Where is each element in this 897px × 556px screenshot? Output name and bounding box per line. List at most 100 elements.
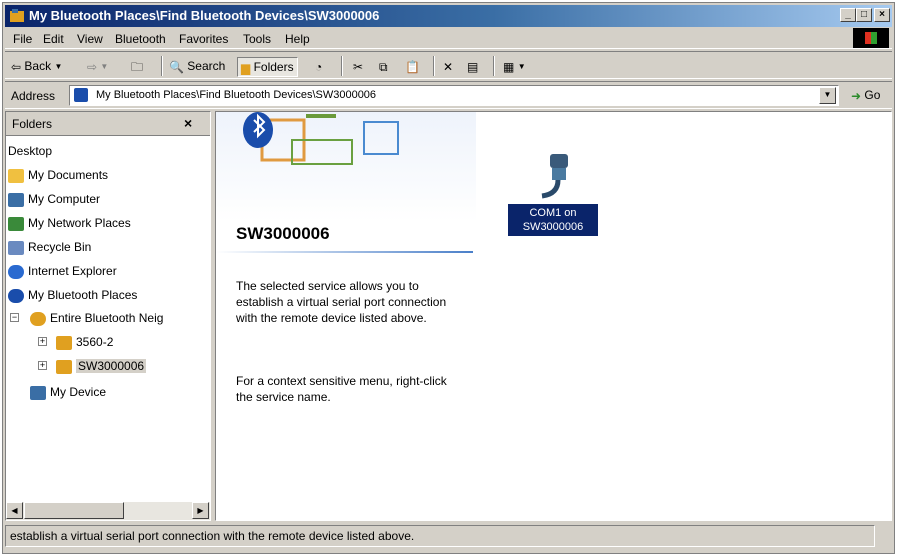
folders-label: Folders	[253, 60, 294, 74]
ie-icon	[8, 264, 24, 279]
tree-item-my-network-places[interactable]: My Network Places	[8, 214, 131, 232]
tree-item-recycle-bin[interactable]: Recycle Bin	[8, 238, 91, 256]
search-button[interactable]: 🔍 Search	[169, 57, 225, 77]
tree-item-3560-2[interactable]: 3560-2	[56, 333, 113, 351]
tree-item-label: Desktop	[8, 144, 53, 158]
go-button[interactable]: ➜ Go	[851, 88, 880, 103]
close-icon[interactable]: ×	[184, 115, 192, 131]
back-label: Back	[24, 59, 52, 73]
toolbar-separator	[433, 56, 435, 76]
tree-item-label: My Computer	[28, 192, 101, 206]
forward-arrow-icon: ⇨	[87, 59, 98, 74]
address-label: Address	[11, 89, 56, 103]
folder-icon	[8, 168, 24, 183]
globe-icon	[30, 311, 46, 326]
search-label: Search	[187, 59, 226, 73]
delete-x-icon: ✕	[443, 59, 454, 74]
tree-item-internet-explorer[interactable]: Internet Explorer	[8, 262, 117, 280]
tree-item-label: Entire Bluetooth Neig	[50, 311, 164, 325]
copy-icon: ⧉	[379, 59, 388, 74]
back-button[interactable]: ⇦ Back ▼	[11, 57, 62, 77]
device-heading: SW3000006	[236, 224, 330, 243]
chevron-down-icon: ▼	[517, 61, 526, 71]
close-button[interactable]: ×	[874, 8, 890, 22]
delete-button[interactable]: ✕	[443, 57, 453, 77]
menu-bar: File Edit View Bluetooth Favorites Tools…	[5, 28, 892, 49]
go-arrow-icon: ➜	[851, 88, 862, 103]
tree-item-label: My Device	[50, 385, 107, 399]
title-bar[interactable]: My Bluetooth Places\Find Bluetooth Devic…	[5, 5, 892, 27]
bluetooth-icon	[8, 288, 24, 303]
service-description: The selected service allows you to estab…	[236, 279, 447, 325]
folders-icon: ▆	[241, 60, 251, 75]
menu-file[interactable]: File	[13, 32, 32, 46]
menu-tools[interactable]: Tools	[243, 32, 271, 46]
cut-button[interactable]: ✂	[353, 57, 363, 77]
expand-toggle[interactable]: +	[38, 337, 47, 346]
tree-item-label: 3560-2	[76, 335, 114, 349]
context-menu-hint: For a context sensitive menu, right-clic…	[236, 374, 447, 404]
expand-toggle[interactable]: +	[38, 361, 47, 370]
network-icon	[8, 216, 24, 231]
chevron-down-icon: ▼	[54, 61, 63, 71]
tree-item-label: Internet Explorer	[28, 264, 117, 278]
explorer-window: My Bluetooth Places\Find Bluetooth Devic…	[2, 2, 895, 554]
tree-item-entire-bluetooth-neighborhood[interactable]: Entire Bluetooth Neig	[30, 309, 163, 327]
menu-edit[interactable]: Edit	[43, 32, 64, 46]
serial-port-icon	[541, 154, 568, 199]
address-bar: Address My Bluetooth Places\Find Bluetoo…	[5, 81, 892, 109]
windows-logo-icon	[853, 28, 889, 48]
address-value: My Bluetooth Places\Find Bluetooth Devic…	[96, 89, 377, 101]
forward-button[interactable]: ⇨ ▼	[87, 57, 108, 77]
minimize-button[interactable]: _	[840, 8, 856, 22]
tree-item-sw3000006[interactable]: SW3000006	[56, 357, 147, 375]
computer-icon	[8, 192, 24, 207]
chevron-down-icon[interactable]: ▼	[819, 87, 836, 104]
laptop-icon	[30, 385, 46, 400]
menu-favorites[interactable]: Favorites	[179, 32, 228, 46]
views-icon: ▦	[503, 59, 515, 74]
folders-header: Folders ×	[6, 112, 210, 136]
scroll-thumb[interactable]	[24, 502, 124, 519]
up-folder-icon: 🗀	[131, 59, 144, 74]
menu-help[interactable]: Help	[285, 32, 310, 46]
address-input[interactable]: My Bluetooth Places\Find Bluetooth Devic…	[69, 85, 839, 106]
paste-button[interactable]: 📋	[405, 57, 420, 77]
menu-bluetooth[interactable]: Bluetooth	[115, 32, 166, 46]
back-arrow-icon: ⇦	[11, 59, 22, 74]
scissors-icon: ✂	[353, 59, 364, 74]
copy-button[interactable]: ⧉	[379, 57, 388, 77]
service-label[interactable]: COM1 on SW3000006	[508, 204, 598, 236]
go-label: Go	[864, 88, 881, 102]
views-button[interactable]: ▦ ▼	[503, 57, 526, 77]
bluetooth-places-icon	[10, 9, 24, 22]
tree-item-desktop[interactable]: Desktop	[8, 142, 52, 160]
tree-item-label: SW3000006	[76, 359, 147, 373]
folders-title: Folders	[12, 117, 53, 131]
horizontal-scrollbar[interactable]: ◀ ▶	[6, 502, 210, 520]
toolbar-separator	[493, 56, 495, 76]
collapse-toggle[interactable]: −	[10, 313, 19, 322]
maximize-button[interactable]: □	[856, 8, 872, 22]
tree-item-my-bluetooth-places[interactable]: My Bluetooth Places	[8, 286, 137, 304]
bluetooth-banner-graphic	[216, 112, 476, 222]
history-icon: ◔	[315, 59, 323, 74]
scroll-right-icon[interactable]: ▶	[192, 502, 209, 519]
device-icon	[56, 335, 72, 350]
tree-item-label: My Documents	[28, 168, 109, 182]
status-bar: establish a virtual serial port connecti…	[5, 525, 892, 549]
folders-button[interactable]: ▆ Folders	[237, 57, 298, 77]
toolbar-separator	[161, 56, 163, 76]
paste-icon: 📋	[405, 59, 420, 74]
up-folder-button[interactable]: 🗀	[131, 57, 143, 77]
tree-item-my-computer[interactable]: My Computer	[8, 190, 100, 208]
menu-view[interactable]: View	[77, 32, 103, 46]
toolbar: ⇦ Back ▼ ⇨ ▼ 🗀 🔍 Search ▆ Folders ◔ ✂ ⧉ …	[5, 51, 892, 79]
properties-button[interactable]: ▤	[467, 57, 478, 77]
scroll-left-icon[interactable]: ◀	[6, 502, 23, 519]
tree-item-my-documents[interactable]: My Documents	[8, 166, 108, 184]
tree-item-my-device[interactable]: My Device	[30, 383, 106, 401]
history-button[interactable]: ◔	[315, 57, 322, 77]
search-icon: 🔍	[169, 59, 184, 74]
tree-item-label: My Bluetooth Places	[28, 288, 138, 302]
